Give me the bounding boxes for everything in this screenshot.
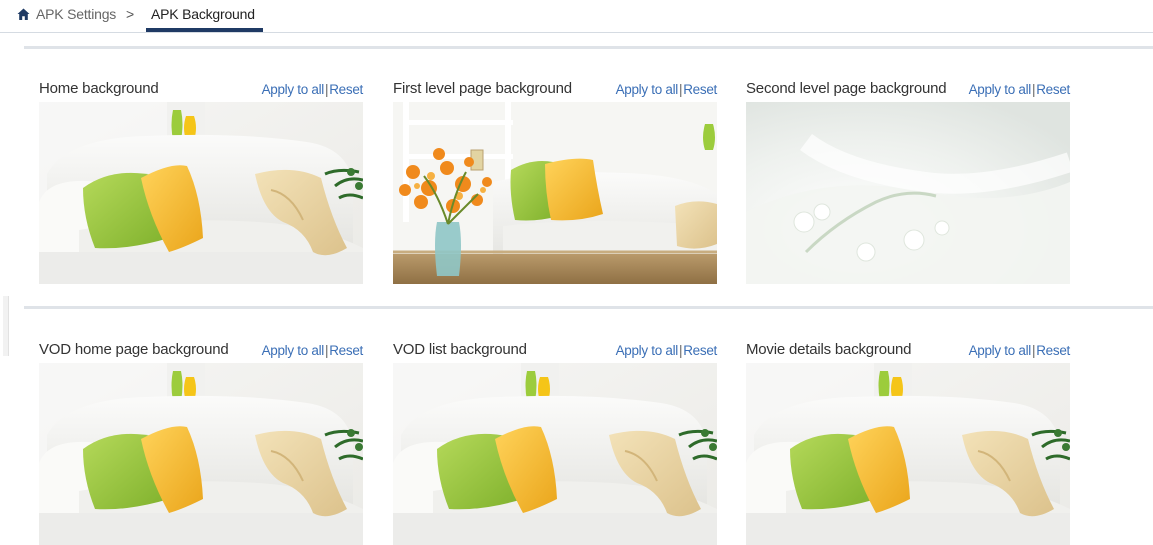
sofa-image <box>746 363 1070 545</box>
background-card-home: Home background Apply to all|Reset <box>39 80 363 284</box>
background-image-preview[interactable] <box>746 102 1070 284</box>
background-card-vod-list: VOD list background Apply to all|Reset <box>393 341 717 545</box>
background-image-preview[interactable] <box>393 102 717 284</box>
sofa-image <box>393 363 717 545</box>
card-actions: Apply to all|Reset <box>262 81 364 98</box>
card-title: First level page background <box>393 80 572 97</box>
card-actions: Apply to all|Reset <box>616 342 718 359</box>
home-icon[interactable] <box>17 8 30 21</box>
sofa-image <box>39 102 363 284</box>
white-flower-image <box>746 102 1070 284</box>
breadcrumb-item-apk-settings[interactable]: APK Settings <box>36 6 116 22</box>
background-image-preview[interactable] <box>393 363 717 545</box>
background-card-first-level: First level page background Apply to all… <box>393 80 717 284</box>
card-title: VOD home page background <box>39 341 229 358</box>
card-actions: Apply to all|Reset <box>616 81 718 98</box>
reset-link[interactable]: Reset <box>329 343 363 358</box>
reset-link[interactable]: Reset <box>329 82 363 97</box>
background-image-preview[interactable] <box>39 102 363 284</box>
apply-to-all-link[interactable]: Apply to all <box>262 82 325 97</box>
card-header: Second level page background Apply to al… <box>746 80 1070 102</box>
breadcrumb-rule <box>0 32 1153 33</box>
sofa-image <box>39 363 363 545</box>
card-header: First level page background Apply to all… <box>393 80 717 102</box>
card-title: Home background <box>39 80 159 97</box>
sidebar-collapse-handle[interactable] <box>3 296 9 356</box>
background-card-vod-home: VOD home page background Apply to all|Re… <box>39 341 363 545</box>
card-title: Movie details background <box>746 341 912 358</box>
card-actions: Apply to all|Reset <box>262 342 364 359</box>
breadcrumb-separator: > <box>126 6 135 22</box>
reset-link[interactable]: Reset <box>1036 82 1070 97</box>
background-card-movie-details: Movie details background Apply to all|Re… <box>746 341 1070 545</box>
background-card-second-level: Second level page background Apply to al… <box>746 80 1070 284</box>
section-divider-top <box>24 46 1153 49</box>
card-actions: Apply to all|Reset <box>969 81 1071 98</box>
sofa-flowers-image <box>393 102 717 284</box>
card-title: Second level page background <box>746 80 947 97</box>
card-header: VOD list background Apply to all|Reset <box>393 341 717 363</box>
apply-to-all-link[interactable]: Apply to all <box>616 343 679 358</box>
reset-link[interactable]: Reset <box>1036 343 1070 358</box>
apply-to-all-link[interactable]: Apply to all <box>969 82 1032 97</box>
reset-link[interactable]: Reset <box>683 343 717 358</box>
card-header: Home background Apply to all|Reset <box>39 80 363 102</box>
background-image-preview[interactable] <box>746 363 1070 545</box>
breadcrumb-item-apk-background[interactable]: APK Background <box>151 6 255 22</box>
apply-to-all-link[interactable]: Apply to all <box>969 343 1032 358</box>
section-divider-middle <box>24 306 1153 309</box>
background-image-preview[interactable] <box>39 363 363 545</box>
card-actions: Apply to all|Reset <box>969 342 1071 359</box>
card-title: VOD list background <box>393 341 527 358</box>
reset-link[interactable]: Reset <box>683 82 717 97</box>
card-header: VOD home page background Apply to all|Re… <box>39 341 363 363</box>
apply-to-all-link[interactable]: Apply to all <box>262 343 325 358</box>
apply-to-all-link[interactable]: Apply to all <box>616 82 679 97</box>
breadcrumb: APK Settings > APK Background <box>0 0 1153 34</box>
card-header: Movie details background Apply to all|Re… <box>746 341 1070 363</box>
